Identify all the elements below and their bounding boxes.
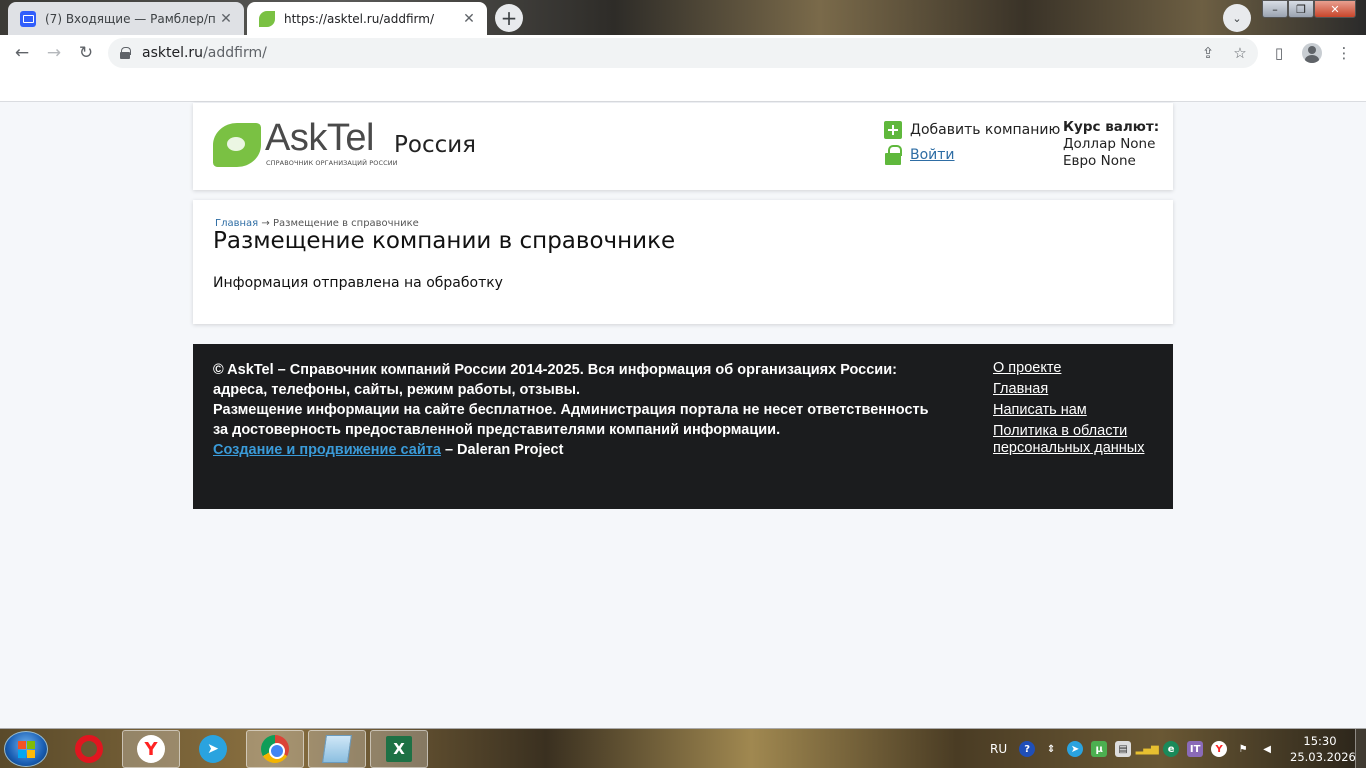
utorrent-icon[interactable]: μ [1091, 741, 1108, 757]
login-label[interactable]: Войти [910, 147, 955, 163]
add-company-link[interactable]: Добавить компанию [884, 121, 1060, 139]
tab-rambler-mail[interactable]: (7) Входящие — Рамблер/почта ✕ [8, 2, 244, 35]
footer-link-about[interactable]: О проекте [993, 360, 1163, 377]
logo-tagline: СПРАВОЧНИК ОРГАНИЗАЦИЙ РОССИИ [266, 159, 398, 167]
clock-time: 15:30 [1303, 734, 1337, 748]
close-window-button[interactable]: ✕ [1314, 0, 1356, 18]
browser-tab-strip: (7) Входящие — Рамблер/почта ✕ https://a… [0, 0, 1366, 35]
site-header: AskTel СПРАВОЧНИК ОРГАНИЗАЦИЙ РОССИИ Рос… [193, 103, 1173, 190]
profile-button[interactable] [1298, 39, 1326, 67]
opera-icon [75, 735, 103, 763]
footer-disclaimer: Размещение информации на сайте бесплатно… [213, 402, 929, 438]
footer-link-home[interactable]: Главная [993, 381, 1163, 398]
windows-taskbar: Y ➤ X RU ? ⇕ ➤ μ ▤ ▂▄▆ e IT Y ⚑ ◀ 15:30 … [0, 728, 1366, 768]
tab-asktel[interactable]: https://asktel.ru/addfirm/ ✕ [247, 2, 487, 35]
browser-tray-icon[interactable]: e [1163, 741, 1180, 757]
region-name[interactable]: Россия [394, 132, 476, 158]
system-tray: RU ? ⇕ ➤ μ ▤ ▂▄▆ e IT Y ⚑ ◀ [990, 729, 1279, 768]
mail-icon [20, 10, 36, 27]
tab-title: (7) Входящие — Рамблер/почта [45, 11, 216, 26]
tab-search-button[interactable]: ⌄ [1223, 4, 1251, 32]
tray-expand-icon[interactable]: ⇕ [1043, 741, 1059, 757]
menu-kebab-icon[interactable]: ⋮ [1330, 39, 1358, 67]
asktel-logo[interactable]: AskTel СПРАВОЧНИК ОРГАНИЗАЦИЙ РОССИИ [213, 117, 398, 171]
rate-usd: Доллар None [1063, 136, 1156, 152]
bookmark-bar [0, 71, 1366, 102]
side-panel-icon[interactable]: ▯ [1265, 39, 1293, 67]
developer-link[interactable]: Создание и продвижение сайта [213, 442, 441, 458]
developer-name: – Daleran Project [440, 442, 564, 458]
taskbar-yandex-browser[interactable]: Y [122, 730, 180, 768]
rate-eur: Евро None [1063, 153, 1136, 169]
footer-dev: Создание и продвижение сайта – Daleran P… [213, 440, 943, 460]
app-tray-icon[interactable]: IT [1187, 741, 1204, 757]
close-icon[interactable]: ✕ [459, 9, 479, 29]
logo-wordmark: AskTel [265, 117, 374, 159]
login-link[interactable]: Войти [884, 145, 955, 165]
address-bar[interactable]: asktel.ru/addfirm/ [108, 38, 1258, 68]
status-message: Информация отправлена на обработку [213, 275, 503, 291]
yandex-browser-icon: Y [137, 735, 165, 763]
language-indicator[interactable]: RU [990, 742, 1007, 756]
browser-toolbar: ← → ↻ asktel.ru/addfirm/ ⇪ ☆ ▯ ⋮ [0, 35, 1366, 71]
restore-button[interactable]: ❐ [1288, 0, 1314, 18]
asktel-leaf-icon [259, 10, 275, 27]
excel-icon: X [386, 736, 412, 762]
footer-nav: О проекте Главная Написать нам Политика … [993, 360, 1163, 461]
footer-text: © AskTel – Справочник компаний России 20… [213, 360, 943, 460]
volume-icon[interactable]: ◀ [1259, 741, 1275, 757]
yandex-tray-icon[interactable]: Y [1211, 741, 1228, 757]
lock-icon [884, 145, 902, 165]
currency-rates: Курс валют: Доллар None Евро None [1063, 119, 1159, 170]
windows-logo-icon [17, 740, 35, 758]
lock-icon[interactable] [120, 47, 131, 59]
telegram-icon: ➤ [199, 735, 227, 763]
notepad-icon [322, 735, 352, 763]
site-footer: © AskTel – Справочник компаний России 20… [193, 344, 1173, 509]
minimize-button[interactable]: – [1262, 0, 1288, 18]
telegram-tray-icon[interactable]: ➤ [1067, 741, 1084, 757]
footer-link-privacy[interactable]: Политика в области персональных данных [993, 423, 1163, 457]
footer-link-contact[interactable]: Написать нам [993, 402, 1163, 419]
page-title: Размещение компании в справочнике [213, 228, 676, 254]
url-text[interactable]: asktel.ru/addfirm/ [142, 45, 267, 61]
add-company-label: Добавить компанию [910, 122, 1061, 138]
avatar-icon [1302, 43, 1322, 63]
main-content: Главная → Размещение в справочнике Разме… [193, 200, 1173, 324]
forward-arrow-icon[interactable]: → [40, 39, 68, 67]
share-icon[interactable]: ⇪ [1194, 39, 1222, 67]
network-signal-icon[interactable]: ▂▄▆ [1136, 741, 1159, 757]
leaf-icon [213, 123, 261, 167]
clipboard-icon[interactable]: ▤ [1115, 741, 1132, 757]
clock[interactable]: 15:30 25.03.2026 [1290, 733, 1356, 765]
window-controls: – ❐ ✕ [1262, 0, 1356, 18]
taskbar-telegram[interactable]: ➤ [184, 730, 242, 768]
action-center-flag-icon[interactable]: ⚑ [1235, 741, 1251, 757]
rates-title: Курс валют: [1063, 119, 1160, 135]
reload-icon[interactable]: ↻ [72, 39, 100, 67]
taskbar-chrome[interactable] [246, 730, 304, 768]
start-button[interactable] [4, 731, 48, 767]
footer-copyright: © AskTel – Справочник компаний России 20… [213, 362, 897, 398]
close-icon[interactable]: ✕ [216, 9, 236, 29]
chrome-icon [261, 735, 289, 763]
plus-icon [884, 121, 902, 139]
bookmark-star-icon[interactable]: ☆ [1226, 39, 1254, 67]
clock-date: 25.03.2026 [1290, 750, 1356, 764]
taskbar-notepad[interactable] [308, 730, 366, 768]
back-arrow-icon[interactable]: ← [8, 39, 36, 67]
show-desktop-button[interactable] [1355, 729, 1366, 768]
tab-title: https://asktel.ru/addfirm/ [284, 11, 434, 26]
help-icon[interactable]: ? [1019, 741, 1036, 757]
taskbar-excel[interactable]: X [370, 730, 428, 768]
taskbar-opera[interactable] [60, 730, 118, 768]
new-tab-button[interactable]: + [495, 4, 523, 32]
